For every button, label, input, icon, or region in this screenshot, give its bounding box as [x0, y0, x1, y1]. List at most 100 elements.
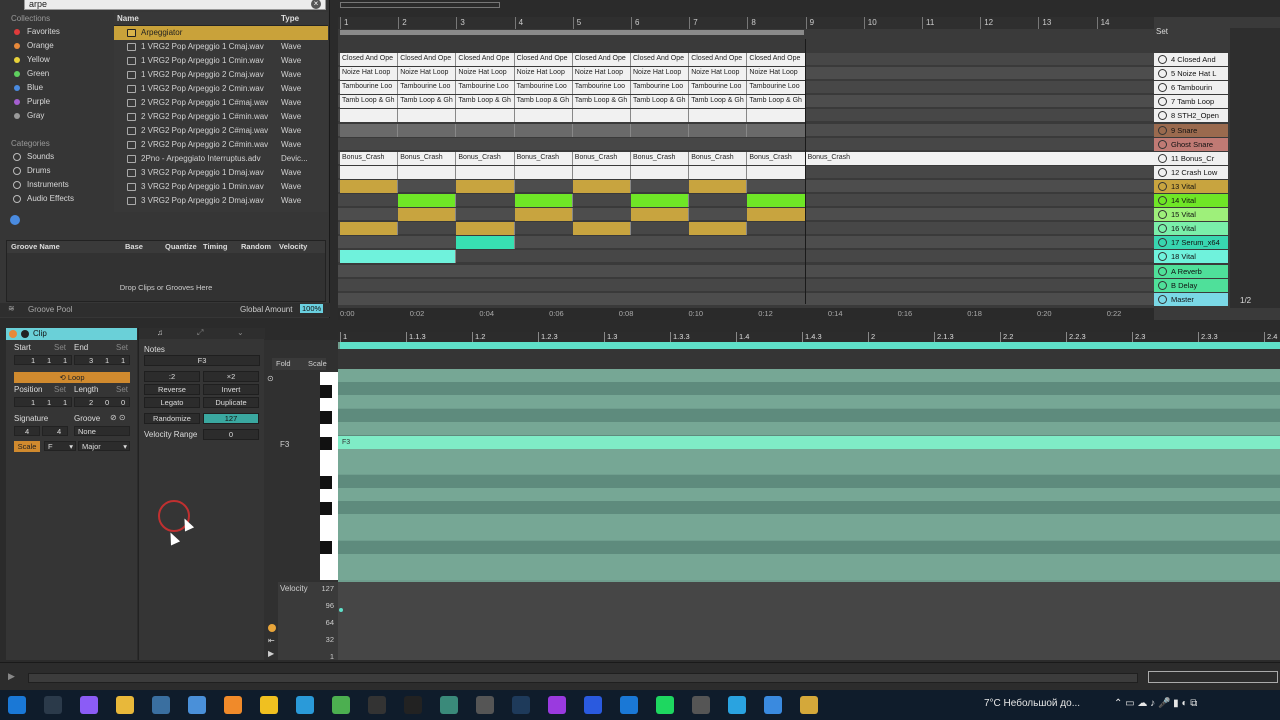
- arrangement-clip[interactable]: [456, 165, 515, 179]
- end-set-button[interactable]: Set: [116, 343, 128, 352]
- invert-button[interactable]: Invert: [203, 384, 259, 395]
- track-header[interactable]: 18 Vital: [1154, 250, 1228, 264]
- bar-marker[interactable]: 9: [805, 17, 814, 29]
- double-button[interactable]: ×2: [203, 371, 259, 382]
- velocity-lane[interactable]: [338, 582, 1280, 660]
- black-key[interactable]: [320, 541, 332, 554]
- arrangement-clip[interactable]: [514, 165, 573, 179]
- note-row[interactable]: [338, 448, 1280, 462]
- category-item[interactable]: Audio Effects: [0, 192, 112, 206]
- file-row[interactable]: 2Pno - Arpeggiato Interruptus.adv Devic..…: [114, 152, 328, 166]
- track-header[interactable]: 7 Tamb Loop: [1154, 95, 1228, 109]
- beat-marker[interactable]: 1.2.3: [538, 332, 558, 342]
- ae-icon[interactable]: [548, 696, 566, 714]
- arrangement-clip[interactable]: [398, 165, 457, 179]
- collection-item[interactable]: Purple: [0, 95, 112, 109]
- app3-icon[interactable]: [512, 696, 530, 714]
- page-indicator[interactable]: 1/2: [1240, 296, 1251, 305]
- beat-ruler[interactable]: 1 1.1.3 1.2 1.2.3 1.3 1.3.3 1.4 1.4.3 2 2.1.3 2.2 2…: [338, 332, 1280, 342]
- groove-column-header[interactable]: Random: [241, 241, 271, 253]
- arrangement-clip[interactable]: [689, 109, 748, 123]
- play-preview-icon[interactable]: ▶: [268, 649, 274, 658]
- note-row[interactable]: [338, 540, 1280, 554]
- app5-icon[interactable]: [800, 696, 818, 714]
- arrangement-clip[interactable]: [689, 179, 748, 193]
- track-header[interactable]: Master: [1154, 292, 1228, 306]
- collection-item[interactable]: Green: [0, 67, 112, 81]
- track-header[interactable]: 15 Vital: [1154, 208, 1228, 222]
- horizontal-scrollbar[interactable]: [28, 673, 1138, 683]
- file-row[interactable]: 1 VRG2 Pop Arpeggio 1 Cmaj.wav Wave: [114, 40, 328, 54]
- arrangement-clip[interactable]: [689, 222, 748, 236]
- arrangement-clip[interactable]: Closed And Ope: [340, 53, 399, 66]
- position-field[interactable]: 1 1 1: [14, 397, 72, 407]
- note-row[interactable]: [338, 369, 1280, 382]
- arrangement-clip[interactable]: Noize Hat Loop: [514, 67, 573, 81]
- groove-column-header[interactable]: Groove Name: [11, 241, 60, 253]
- fold-button[interactable]: Fold: [276, 358, 291, 370]
- track-activator-icon[interactable]: [1158, 97, 1167, 107]
- velocity-range-field[interactable]: 0: [203, 429, 259, 440]
- beat-marker[interactable]: 1.1.3: [406, 332, 426, 342]
- live-old-icon[interactable]: [368, 696, 386, 714]
- track-lane[interactable]: [338, 194, 1154, 207]
- name-column-header[interactable]: Name: [117, 12, 139, 26]
- beat-marker[interactable]: 1: [340, 332, 347, 342]
- arrangement-clip[interactable]: [747, 165, 806, 179]
- velocity-lane-icon[interactable]: [268, 624, 276, 632]
- beat-marker[interactable]: 2.2.3: [1066, 332, 1086, 342]
- file-row[interactable]: 2 VRG2 Pop Arpeggio 1 C#maj.wav Wave: [114, 96, 328, 110]
- arrangement-clip[interactable]: Tambourine Loo: [514, 81, 573, 95]
- browser-search-input[interactable]: arpe ×: [24, 0, 326, 10]
- note-row[interactable]: [338, 514, 1280, 528]
- bar-marker[interactable]: 12: [980, 17, 993, 29]
- type-column-header[interactable]: Type: [281, 12, 299, 26]
- bar-marker[interactable]: 8: [747, 17, 756, 29]
- randomize-button[interactable]: Randomize: [144, 413, 200, 424]
- track-activator-icon[interactable]: [1158, 196, 1167, 205]
- arrangement-clip[interactable]: Bonus_Crash: [340, 151, 399, 165]
- track-lane[interactable]: [338, 137, 1154, 151]
- collection-item[interactable]: Blue: [0, 81, 112, 95]
- arrangement-clip[interactable]: Closed And Ope: [689, 53, 748, 66]
- arrangement-clip[interactable]: [398, 109, 457, 123]
- track-lane[interactable]: Tamb Loop & Gh Tamb Loop & Gh Tamb Loop & …: [338, 95, 1154, 109]
- chrome-icon[interactable]: [332, 696, 350, 714]
- global-amount-value[interactable]: 100%: [300, 304, 324, 313]
- loop-button[interactable]: ⟲ Loop: [14, 372, 130, 383]
- scale-root-select[interactable]: F ▾: [44, 441, 76, 451]
- arrangement-clip[interactable]: [747, 194, 806, 207]
- arrangement-clip[interactable]: Tamb Loop & Gh: [572, 95, 631, 109]
- track-activator-icon[interactable]: [1158, 252, 1167, 262]
- arrangement-clip[interactable]: Noize Hat Loop: [572, 67, 631, 81]
- randomize-amount[interactable]: 127: [203, 413, 259, 424]
- legato-button[interactable]: Legato: [144, 397, 200, 408]
- arrangement-clip[interactable]: [340, 123, 399, 137]
- arrangement-clip[interactable]: Bonus_Crash: [456, 151, 515, 165]
- arrangement-clip[interactable]: [572, 123, 631, 137]
- track-activator-icon[interactable]: [1158, 83, 1167, 93]
- file-row[interactable]: 3 VRG2 Pop Arpeggio 2 Dmaj.wav Wave: [114, 194, 328, 208]
- note-row[interactable]: [338, 408, 1280, 422]
- file-row[interactable]: 3 VRG2 Pop Arpeggio 1 Dmaj.wav Wave: [114, 166, 328, 180]
- arrangement-clip[interactable]: [340, 222, 399, 236]
- bar-marker[interactable]: 4: [514, 17, 523, 29]
- track-activator-icon[interactable]: [1158, 167, 1167, 177]
- track-header[interactable]: 16 Vital: [1154, 222, 1228, 236]
- note-row[interactable]: [338, 395, 1280, 409]
- arrangement-clip[interactable]: Noize Hat Loop: [398, 67, 457, 81]
- arrangement-clip[interactable]: [631, 208, 690, 222]
- track-activator-icon[interactable]: [1158, 69, 1167, 79]
- arrangement-clip[interactable]: Bonus_Crash: [398, 151, 457, 165]
- collection-item[interactable]: Gray: [0, 109, 112, 123]
- grid-icon[interactable]: [296, 696, 314, 714]
- collapse-icon[interactable]: ⇤: [268, 636, 275, 645]
- note-row[interactable]: [338, 461, 1280, 475]
- bar-marker[interactable]: 11: [922, 17, 934, 29]
- track-header[interactable]: 4 Closed And: [1154, 53, 1228, 66]
- arrangement-clip[interactable]: Tamb Loop & Gh: [456, 95, 515, 109]
- track-activator-icon[interactable]: [1158, 294, 1167, 304]
- loop-brace[interactable]: [340, 30, 804, 35]
- arrangement-clip[interactable]: Closed And Ope: [747, 53, 806, 66]
- track-activator-icon[interactable]: [1158, 55, 1167, 64]
